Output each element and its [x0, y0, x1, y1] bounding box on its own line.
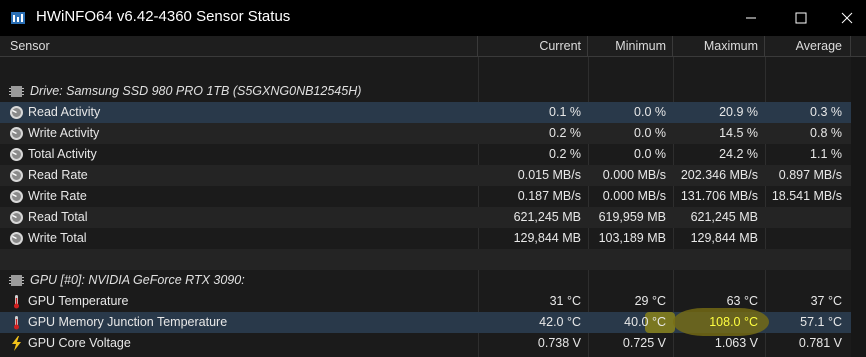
value-maximum: 202.346 MB/s [680, 168, 758, 182]
table-header: Sensor Current Minimum Maximum Average [0, 36, 866, 57]
value-minimum: 103,189 MB [598, 231, 666, 245]
value-minimum: 0.0 % [634, 126, 666, 140]
window-title: HWiNFO64 v6.42-4360 Sensor Status [36, 8, 291, 25]
sensor-name: GPU Core Voltage [28, 336, 131, 350]
group-label: GPU [#0]: NVIDIA GeForce RTX 3090: [30, 273, 245, 287]
table-row[interactable]: Write Rate 0.187 MB/s 0.000 MB/s 131.706… [0, 186, 851, 207]
value-average: 0.8 % [810, 126, 842, 140]
value-minimum: 0.725 V [622, 336, 666, 350]
table-row[interactable]: Write Activity 0.2 % 0.0 % 14.5 % 0.8 % [0, 123, 851, 144]
sensor-name: Write Rate [28, 189, 87, 203]
value-current: 0.2 % [549, 126, 581, 140]
value-average [765, 207, 851, 228]
value-minimum: 40.0 °C [624, 315, 666, 329]
value-average: 0.897 MB/s [778, 168, 842, 182]
value-current: 129,844 MB [513, 231, 581, 245]
value-maximum: 131.706 MB/s [680, 189, 758, 203]
sensor-name: Write Activity [28, 126, 100, 140]
value-current: 621,245 MB [513, 210, 581, 224]
sensor-name: GPU Temperature [28, 294, 129, 308]
value-maximum: 14.5 % [719, 126, 758, 140]
value-current: 0.1 % [549, 105, 581, 119]
table-row[interactable]: Read Rate 0.015 MB/s 0.000 MB/s 202.346 … [0, 165, 851, 186]
column-header-maximum[interactable]: Maximum [673, 36, 765, 57]
value-average: 57.1 °C [800, 315, 842, 329]
column-header-sensor[interactable]: Sensor [0, 36, 478, 57]
value-maximum: 1.063 V [714, 336, 758, 350]
value-maximum: 108.0 °C [709, 315, 758, 329]
value-current: 0.187 MB/s [517, 189, 581, 203]
value-average: 37 °C [810, 294, 842, 308]
vertical-scrollbar[interactable] [851, 57, 866, 357]
value-average: 0.781 V [798, 336, 842, 350]
group-label: Drive: Samsung SSD 980 PRO 1TB (S5GXNG0N… [30, 84, 362, 98]
spacer-row [0, 249, 851, 270]
column-header-current[interactable]: Current [478, 36, 588, 57]
value-average [765, 228, 851, 249]
value-current: 42.0 °C [539, 315, 581, 329]
maximize-icon [795, 12, 807, 24]
minimize-icon [746, 17, 756, 19]
value-current: 0.2 % [549, 147, 581, 161]
value-maximum: 621,245 MB [690, 210, 758, 224]
table-row[interactable]: Read Activity 0.1 % 0.0 % 20.9 % 0.3 % [0, 102, 851, 123]
table-row[interactable]: GPU Core Voltage 0.738 V 0.725 V 1.063 V… [0, 333, 851, 354]
group-row-gpu[interactable]: GPU [#0]: NVIDIA GeForce RTX 3090: [0, 270, 851, 291]
value-maximum: 24.2 % [719, 147, 758, 161]
sensor-name: Write Total [28, 231, 87, 245]
title-bar: HWiNFO64 v6.42-4360 Sensor Status [0, 0, 866, 36]
hwinfo-app-icon [11, 12, 25, 24]
sensor-name: Read Rate [28, 168, 88, 182]
sensor-name: Total Activity [28, 147, 97, 161]
value-current: 0.738 V [537, 336, 581, 350]
column-header-minimum[interactable]: Minimum [588, 36, 673, 57]
table-row[interactable]: Write Total 129,844 MB 103,189 MB 129,84… [0, 228, 851, 249]
value-average: 1.1 % [810, 147, 842, 161]
value-minimum: 0.000 MB/s [602, 189, 666, 203]
value-average: 0.3 % [810, 105, 842, 119]
value-minimum: 619,959 MB [598, 210, 666, 224]
sensor-name: Read Total [28, 210, 88, 224]
value-current: 31 °C [549, 294, 581, 308]
close-button[interactable] [824, 0, 866, 36]
group-row-drive[interactable]: Drive: Samsung SSD 980 PRO 1TB (S5GXNG0N… [0, 81, 851, 102]
table-row[interactable]: Total Activity 0.2 % 0.0 % 24.2 % 1.1 % [0, 144, 851, 165]
close-icon [841, 12, 853, 24]
minimize-button[interactable] [728, 0, 774, 36]
table-row[interactable]: Read Total 621,245 MB 619,959 MB 621,245… [0, 207, 851, 228]
value-minimum: 29 °C [634, 294, 666, 308]
value-current: 0.015 MB/s [517, 168, 581, 182]
value-maximum: 20.9 % [719, 105, 758, 119]
maximize-button[interactable] [778, 0, 824, 36]
column-header-average[interactable]: Average [765, 36, 851, 57]
value-minimum: 0.0 % [634, 147, 666, 161]
sensor-name: GPU Memory Junction Temperature [28, 315, 228, 329]
sensor-name: Read Activity [28, 105, 101, 119]
value-minimum: 0.0 % [634, 105, 666, 119]
value-minimum: 0.000 MB/s [602, 168, 666, 182]
value-average: 18.541 MB/s [771, 189, 842, 203]
value-maximum: 129,844 MB [690, 231, 758, 245]
